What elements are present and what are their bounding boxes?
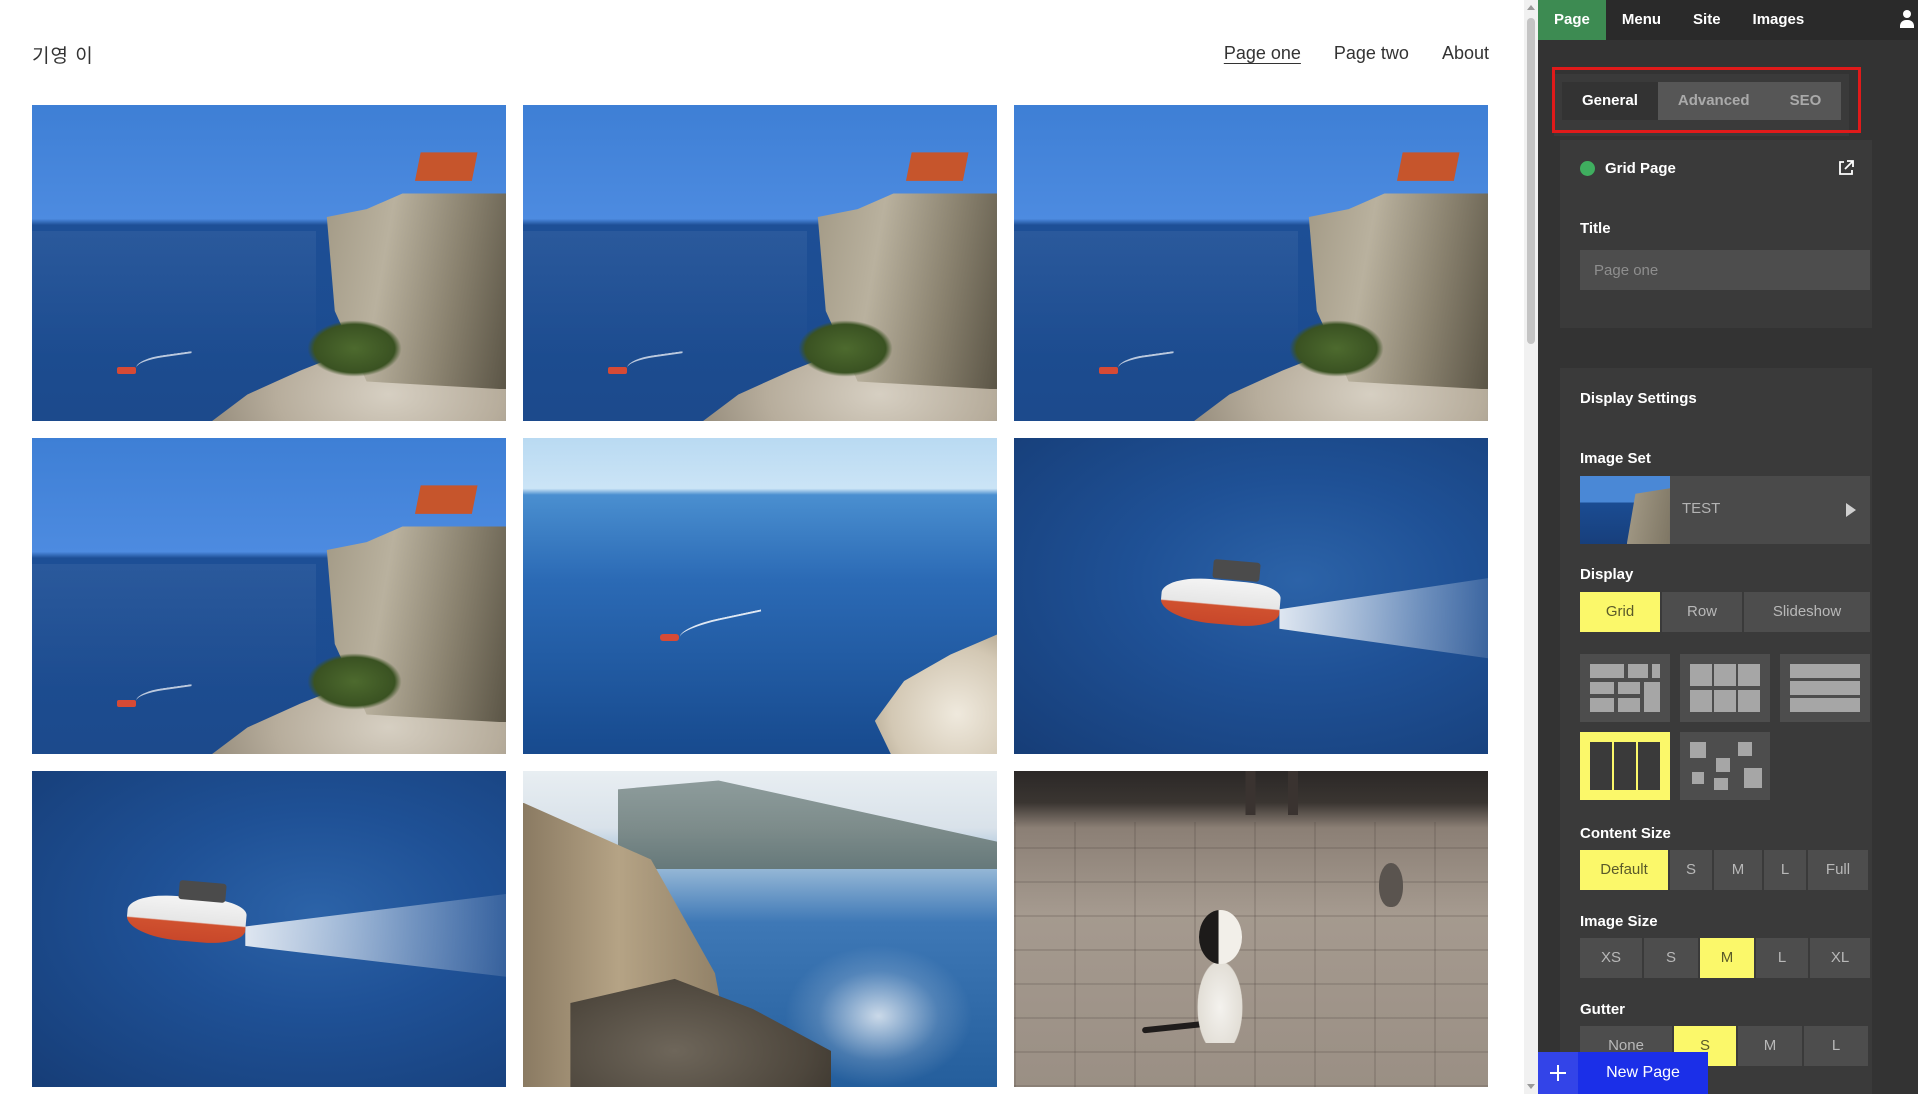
gutter-l[interactable]: L xyxy=(1804,1026,1868,1066)
subtab-general[interactable]: General xyxy=(1562,82,1658,120)
editor-panel: Page Menu Site Images General Advanced S… xyxy=(1538,0,1918,1094)
display-label: Display xyxy=(1580,566,1634,583)
top-tab-page[interactable]: Page xyxy=(1538,0,1606,40)
page-status: Grid Page xyxy=(1580,160,1676,177)
top-tab-site[interactable]: Site xyxy=(1677,0,1737,40)
site-logo[interactable]: 기영 이 xyxy=(32,41,94,68)
display-option-row[interactable]: Row xyxy=(1662,592,1742,632)
page-type-label: Grid Page xyxy=(1605,160,1676,177)
grid-layout-options-2 xyxy=(1580,732,1770,800)
image-set-thumbnail xyxy=(1580,476,1670,544)
image-set-label: Image Set xyxy=(1580,450,1651,467)
photo-cat-and-pigeon[interactable] xyxy=(1014,771,1488,1087)
new-page-button[interactable]: New Page xyxy=(1578,1052,1708,1094)
site-nav: Page one Page two About xyxy=(1224,43,1489,64)
image-size-xl[interactable]: XL xyxy=(1810,938,1870,978)
content-size-full[interactable]: Full xyxy=(1808,850,1868,890)
display-settings-heading: Display Settings xyxy=(1580,390,1697,407)
layout-grid-icon[interactable] xyxy=(1680,654,1770,722)
nav-link-page-one[interactable]: Page one xyxy=(1224,43,1301,64)
photo-fortress-2[interactable] xyxy=(523,105,997,421)
nav-link-about[interactable]: About xyxy=(1442,43,1489,64)
content-size-default[interactable]: Default xyxy=(1580,850,1668,890)
layout-columns-icon[interactable] xyxy=(1580,732,1670,800)
general-card: Grid Page Title xyxy=(1560,140,1872,328)
photo-fortress-3[interactable] xyxy=(1014,105,1488,421)
status-dot-icon xyxy=(1580,161,1595,176)
page-subtabs: General Advanced SEO xyxy=(1554,74,1850,136)
plus-icon[interactable] xyxy=(1538,1052,1578,1094)
image-size-s[interactable]: S xyxy=(1644,938,1698,978)
site-scrollbar[interactable] xyxy=(1524,0,1538,1094)
new-page-bar: New Page xyxy=(1538,1052,1708,1094)
layout-scattered-icon[interactable] xyxy=(1680,732,1770,800)
top-tab-images[interactable]: Images xyxy=(1737,0,1821,40)
content-size-label: Content Size xyxy=(1580,825,1671,842)
image-size-selector: XS S M L XL xyxy=(1580,938,1870,978)
photo-open-sea-boat[interactable] xyxy=(523,438,997,754)
photo-speedboat-2[interactable] xyxy=(32,771,506,1087)
content-size-m[interactable]: M xyxy=(1714,850,1762,890)
scroll-down-arrow-icon[interactable] xyxy=(1527,1084,1535,1089)
gutter-label: Gutter xyxy=(1580,1001,1625,1018)
grid-layout-options xyxy=(1580,654,1870,722)
subtab-seo[interactable]: SEO xyxy=(1769,82,1842,120)
layout-mosaic-icon[interactable] xyxy=(1580,654,1670,722)
image-size-label: Image Size xyxy=(1580,913,1658,930)
editor-top-nav: Page Menu Site Images xyxy=(1538,0,1918,40)
display-option-slideshow[interactable]: Slideshow xyxy=(1744,592,1870,632)
subtab-advanced[interactable]: Advanced xyxy=(1657,82,1770,120)
photo-fortress-4[interactable] xyxy=(32,438,506,754)
scrollbar-thumb[interactable] xyxy=(1527,18,1535,344)
play-arrow-icon xyxy=(1846,503,1856,517)
photo-speedboat-1[interactable] xyxy=(1014,438,1488,754)
user-icon[interactable] xyxy=(1900,10,1914,30)
site-preview: 기영 이 Page one Page two About xyxy=(0,0,1524,1094)
title-label: Title xyxy=(1580,220,1611,237)
image-set-selector[interactable]: TEST xyxy=(1580,476,1870,544)
content-size-l[interactable]: L xyxy=(1764,850,1806,890)
gutter-m[interactable]: M xyxy=(1738,1026,1802,1066)
display-settings-card: Display Settings Image Set TEST Display … xyxy=(1560,368,1872,1094)
scroll-up-arrow-icon[interactable] xyxy=(1527,5,1535,10)
image-size-xs[interactable]: XS xyxy=(1580,938,1642,978)
image-size-m[interactable]: M xyxy=(1700,938,1754,978)
external-link-icon[interactable] xyxy=(1838,160,1854,176)
title-input[interactable] xyxy=(1580,250,1870,290)
display-mode-selector: Grid Row Slideshow xyxy=(1580,592,1870,632)
display-option-grid[interactable]: Grid xyxy=(1580,592,1660,632)
top-tab-menu[interactable]: Menu xyxy=(1606,0,1677,40)
layout-rows-icon[interactable] xyxy=(1780,654,1870,722)
nav-link-page-two[interactable]: Page two xyxy=(1334,43,1409,64)
content-size-s[interactable]: S xyxy=(1670,850,1712,890)
photo-fortress-1[interactable] xyxy=(32,105,506,421)
photo-grid xyxy=(32,105,1488,1087)
photo-coastline[interactable] xyxy=(523,771,997,1087)
content-size-selector: Default S M L Full xyxy=(1580,850,1868,890)
image-set-name: TEST xyxy=(1682,500,1721,517)
image-size-l[interactable]: L xyxy=(1756,938,1808,978)
